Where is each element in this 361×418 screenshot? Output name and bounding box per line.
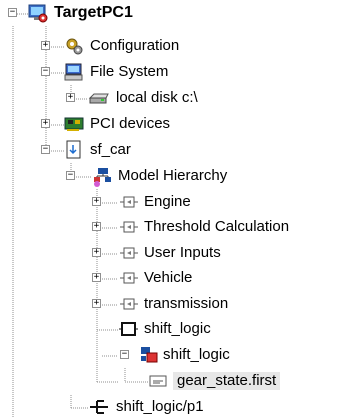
pci-card-icon (64, 114, 84, 134)
tree-node-label: shift_logic/p1 (116, 398, 204, 415)
tree-node-label: gear_state.first (173, 372, 281, 390)
expand-toggle[interactable]: + (92, 299, 101, 308)
collapse-toggle[interactable]: − (66, 171, 75, 180)
tree-node-sf-car[interactable]: − sf_car (0, 139, 361, 164)
tree-node-gear-state-first[interactable]: gear_state.first (0, 370, 361, 395)
tree-node-user-inputs[interactable]: + User Inputs (0, 242, 361, 267)
tree-node-label: sf_car (90, 141, 131, 158)
model-file-icon (64, 140, 84, 160)
tree-node-label: transmission (144, 295, 229, 312)
tree-node-configuration[interactable]: + Configuration (0, 35, 361, 60)
configuration-gear-icon (64, 36, 84, 56)
target-pc-icon (28, 3, 48, 23)
collapse-toggle[interactable]: − (41, 67, 50, 76)
tree-node-engine[interactable]: + Engine (0, 191, 361, 216)
tree-node-label: TargetPC1 (54, 4, 133, 21)
subsystem-icon (118, 217, 138, 237)
tree-node-label: PCI devices (90, 115, 171, 132)
expand-toggle[interactable]: + (66, 93, 75, 102)
collapse-toggle[interactable]: − (120, 350, 129, 359)
tree-node-threshold-calculation[interactable]: + Threshold Calculation (0, 216, 361, 241)
disk-drive-icon (88, 88, 109, 108)
tree-node-label: User Inputs (144, 244, 221, 261)
block-icon (118, 319, 138, 339)
expand-toggle[interactable]: + (92, 197, 101, 206)
tree-node-label: File System (90, 63, 169, 80)
target-explorer-tree: − TargetPC1 + Configuration − File Syste… (0, 0, 361, 418)
tree-node-label: shift_logic (144, 320, 211, 337)
tree-node-local-disk[interactable]: + local disk c:\ (0, 87, 361, 112)
expand-toggle[interactable]: + (41, 119, 50, 128)
expand-toggle[interactable]: + (92, 248, 101, 257)
collapse-toggle[interactable]: − (8, 8, 17, 17)
tree-node-shift-logic-chart[interactable]: − shift_logic (0, 344, 361, 369)
computer-icon (64, 62, 84, 82)
tree-node-shift-logic-block[interactable]: shift_logic (0, 318, 361, 343)
subsystem-icon (118, 294, 138, 314)
tree-node-label: Vehicle (144, 269, 193, 286)
expand-toggle[interactable]: + (92, 222, 101, 231)
expand-toggle[interactable]: + (41, 41, 50, 50)
subsystem-icon (118, 268, 138, 288)
tree-node-label: Model Hierarchy (118, 167, 228, 184)
tree-node-label: local disk c:\ (116, 89, 198, 106)
tree-node-label: Engine (144, 193, 191, 210)
collapse-toggle[interactable]: − (41, 145, 50, 154)
tree-node-transmission[interactable]: + transmission (0, 293, 361, 318)
tree-node-shift-logic-p1[interactable]: shift_logic/p1 (0, 396, 361, 418)
tree-node-label: Configuration (90, 37, 180, 54)
expand-toggle[interactable]: + (92, 273, 101, 282)
tree-node-label: Threshold Calculation (144, 218, 290, 235)
parameter-icon (88, 397, 108, 417)
tree-node-pci-devices[interactable]: + PCI devices (0, 113, 361, 138)
stateflow-chart-icon (139, 345, 159, 365)
tree-node-label: shift_logic (163, 346, 230, 363)
subsystem-icon (118, 192, 138, 212)
tree-node-file-system[interactable]: − File System (0, 61, 361, 86)
tree-node-model-hierarchy[interactable]: − Model Hierarchy (0, 165, 361, 190)
tree-node-vehicle[interactable]: + Vehicle (0, 267, 361, 292)
subsystem-icon (118, 243, 138, 263)
signal-icon (148, 371, 168, 391)
tree-node-targetpc1[interactable]: − TargetPC1 (0, 2, 361, 27)
hierarchy-icon (92, 166, 112, 187)
